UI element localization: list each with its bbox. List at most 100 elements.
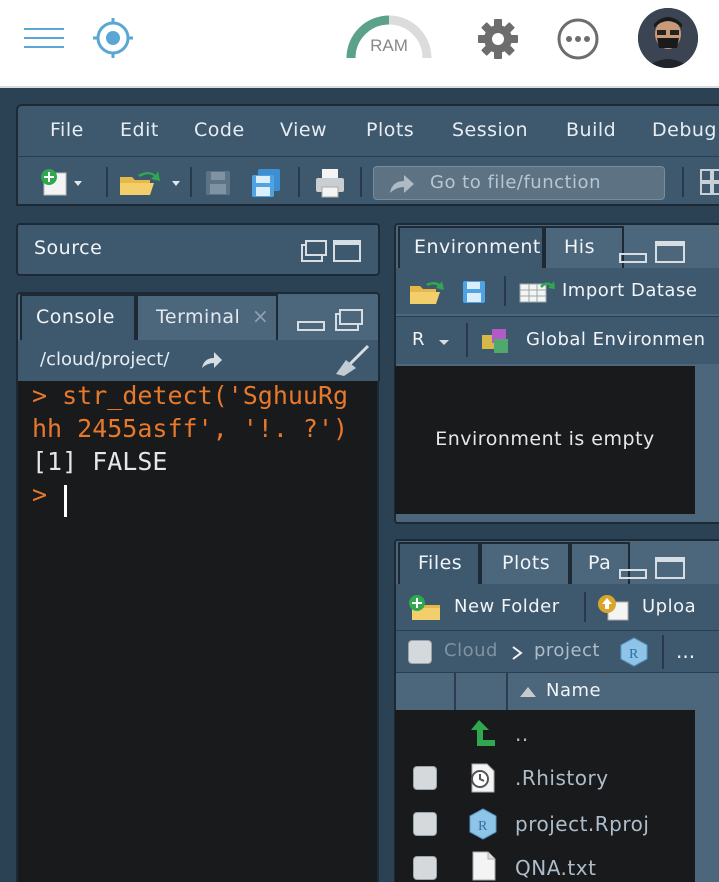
files-min-max-buttons[interactable] <box>618 554 690 582</box>
console-line: > str_detect('SghuuRg <box>32 381 349 410</box>
goto-arrow-icon <box>390 175 414 193</box>
source-restore-buttons[interactable] <box>296 237 368 265</box>
menu-icon[interactable] <box>24 28 64 48</box>
console-prompt: > <box>32 480 63 509</box>
import-dataset-icon[interactable] <box>518 280 556 304</box>
open-file-icon[interactable] <box>118 169 182 197</box>
target-icon[interactable] <box>92 17 134 59</box>
go-to-directory-icon[interactable] <box>200 350 224 370</box>
goto-placeholder: Go to file/function <box>430 172 601 193</box>
console-min-max-buttons[interactable] <box>294 306 366 334</box>
import-dataset-label[interactable]: Import Datase <box>562 280 697 301</box>
console-line: hh 2455asff', '!. ?') <box>32 414 349 443</box>
breadcrumb-cloud[interactable]: Cloud <box>444 640 498 661</box>
save-workspace-icon[interactable] <box>462 280 486 304</box>
tab-files-label: Files <box>418 552 463 574</box>
menu-session[interactable]: Session <box>452 119 528 141</box>
tab-plots[interactable]: Plots <box>480 542 570 584</box>
select-all-checkbox[interactable] <box>408 640 432 664</box>
tab-files[interactable]: Files <box>398 542 480 584</box>
source-pane: Source <box>16 223 380 276</box>
files-table-header: Name <box>396 672 719 711</box>
new-folder-button[interactable]: New Folder <box>454 596 560 617</box>
text-cursor <box>64 485 67 517</box>
save-all-icon[interactable] <box>250 167 282 199</box>
tab-history[interactable]: His <box>544 226 624 268</box>
tab-plots-label: Plots <box>502 552 551 574</box>
tab-terminal[interactable]: Terminal × <box>136 294 278 340</box>
menu-build[interactable]: Build <box>566 119 616 141</box>
toolbar-separator <box>466 323 468 357</box>
menu-edit[interactable]: Edit <box>120 119 159 141</box>
save-icon[interactable] <box>204 169 232 197</box>
file-name[interactable]: QNA.txt <box>515 856 596 880</box>
toolbar-separator <box>360 167 362 197</box>
file-name[interactable]: project.Rproj <box>515 812 649 836</box>
column-name-header[interactable]: Name <box>546 680 601 701</box>
print-icon[interactable] <box>314 167 346 199</box>
menu-file[interactable]: File <box>50 119 84 141</box>
language-select[interactable]: R <box>412 329 425 350</box>
menu-plots[interactable]: Plots <box>366 119 414 141</box>
files-list: .. .Rhistory R project.Rproj QNA.txt <box>395 710 695 882</box>
load-workspace-icon[interactable] <box>408 280 446 306</box>
file-row[interactable]: .. <box>395 714 695 754</box>
rstudio-workspace: File Edit Code View Plots Session Build … <box>16 104 719 882</box>
file-row[interactable]: R project.Rproj <box>395 804 695 844</box>
toolbar-separator <box>662 635 664 669</box>
clear-console-broom-icon[interactable] <box>334 344 370 376</box>
history-file-icon <box>471 763 495 793</box>
new-folder-icon[interactable] <box>408 594 442 622</box>
env-min-max-buttons[interactable] <box>618 238 690 266</box>
text-file-icon <box>472 851 496 881</box>
ram-label: RAM <box>370 36 408 55</box>
svg-text:R: R <box>629 647 639 662</box>
menu-code[interactable]: Code <box>194 119 245 141</box>
sort-ascending-icon[interactable] <box>518 685 538 699</box>
tab-console-label: Console <box>36 306 115 328</box>
up-arrow-icon <box>471 720 495 746</box>
menu-debug[interactable]: Debug <box>652 119 717 141</box>
svg-text:R: R <box>478 819 488 834</box>
close-icon[interactable]: × <box>252 304 269 328</box>
new-file-icon[interactable] <box>38 169 82 197</box>
file-row[interactable]: QNA.txt <box>395 848 695 882</box>
chevron-down-icon <box>439 340 449 345</box>
more-icon[interactable] <box>556 17 600 61</box>
console-path: /cloud/project/ <box>40 349 170 370</box>
grid-layout-icon[interactable] <box>700 169 719 195</box>
env-scope-bar: R Global Environmen <box>396 316 719 364</box>
breadcrumb-project[interactable]: project <box>534 640 600 661</box>
toolbar-separator <box>584 592 586 622</box>
file-checkbox[interactable] <box>413 766 437 790</box>
toolbar-separator <box>190 167 192 197</box>
console-output-line: [1] FALSE <box>32 447 168 476</box>
tab-history-label: His <box>564 236 595 258</box>
upload-icon[interactable] <box>596 594 630 622</box>
top-app-bar: RAM <box>0 0 719 88</box>
menu-view[interactable]: View <box>280 119 327 141</box>
rproj-file-icon: R <box>469 808 497 840</box>
goto-file-function-input[interactable]: Go to file/function <box>373 166 665 200</box>
file-checkbox[interactable] <box>413 856 437 880</box>
more-options-button[interactable]: ... <box>676 639 695 663</box>
console-output[interactable]: > str_detect('SghuuRg hh 2455asff', '!. … <box>16 381 379 882</box>
file-checkbox[interactable] <box>413 812 437 836</box>
file-row[interactable]: .Rhistory <box>395 758 695 798</box>
tab-console[interactable]: Console <box>20 294 136 340</box>
global-environment-select[interactable]: Global Environmen <box>526 329 706 350</box>
environment-content: Environment is empty <box>395 366 695 514</box>
tab-environment[interactable]: Environment <box>398 226 544 268</box>
tab-environment-label: Environment <box>414 236 541 258</box>
upload-button[interactable]: Uploa <box>642 596 696 617</box>
env-toolbar: Import Datase <box>396 268 719 314</box>
rproj-icon[interactable]: R <box>620 637 648 667</box>
toolbar-separator <box>682 167 684 197</box>
avatar[interactable] <box>638 8 698 68</box>
gear-icon[interactable] <box>476 17 520 61</box>
file-name[interactable]: .. <box>515 722 529 746</box>
file-name[interactable]: .Rhistory <box>515 766 609 790</box>
environment-cube-icon <box>482 329 508 353</box>
files-breadcrumb-bar: Cloud project R ... <box>396 630 719 672</box>
menu-bar: File Edit Code View Plots Session Build … <box>16 104 719 156</box>
